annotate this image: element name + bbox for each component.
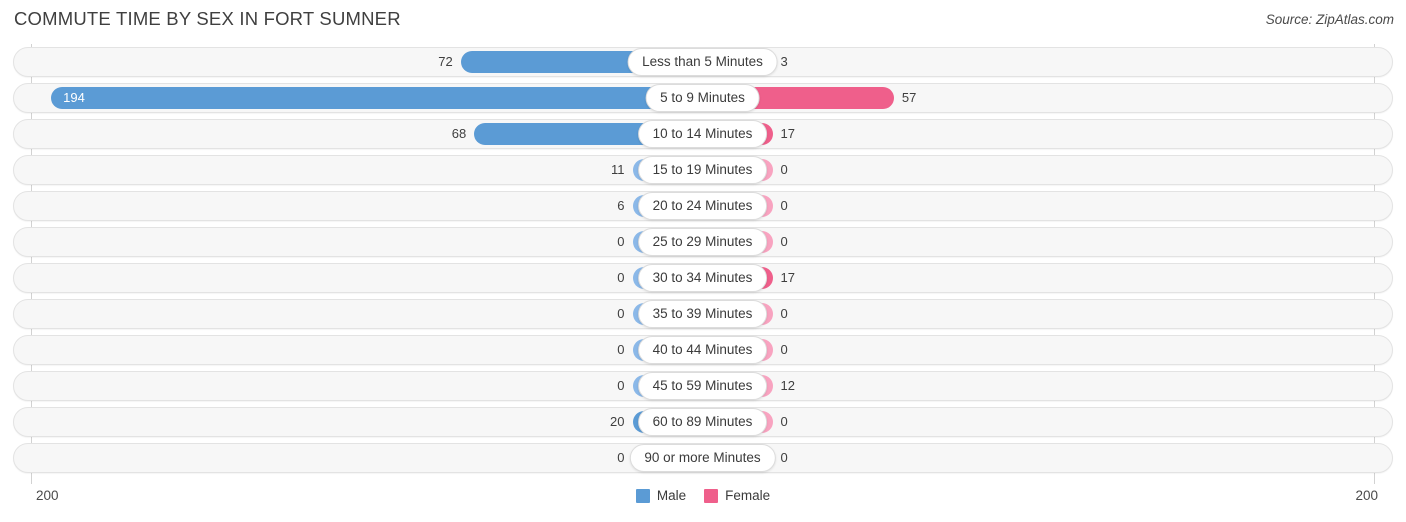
category-label-pill[interactable]: 10 to 14 Minutes [637,120,768,148]
bar-row: 72 3 Less than 5 Minutes [0,47,1406,77]
legend-swatch-male-icon [635,488,650,503]
value-label-female: 3 [780,54,788,69]
value-label-male: 0 [617,450,625,465]
value-label-female: 0 [780,342,788,357]
value-label-male: 194 [63,90,85,105]
value-label-male: 72 [438,54,453,69]
bar-row: 0 0 35 to 39 Minutes [0,299,1406,329]
category-label-pill[interactable]: 40 to 44 Minutes [637,336,768,364]
value-label-male: 6 [617,198,625,213]
value-label-female: 0 [780,234,788,249]
chart-footer: 200 200 Male Female [0,484,1406,522]
bar-row: 0 17 30 to 34 Minutes [0,263,1406,293]
category-label-pill[interactable]: 25 to 29 Minutes [637,228,768,256]
category-label-pill[interactable]: 5 to 9 Minutes [645,84,760,112]
bar-row: 0 12 45 to 59 Minutes [0,371,1406,401]
value-label-male: 20 [610,414,625,429]
value-label-male: 0 [617,270,625,285]
value-label-female: 0 [780,306,788,321]
category-label-pill[interactable]: 45 to 59 Minutes [637,372,768,400]
category-label-pill[interactable]: Less than 5 Minutes [627,48,778,76]
bar-row: 11 0 15 to 19 Minutes [0,155,1406,185]
legend-label-female: Female [725,488,771,503]
value-label-male: 0 [617,234,625,249]
bar-rows: 72 3 Less than 5 Minutes 194 57 5 to 9 Minute… [0,47,1406,479]
value-label-male: 68 [451,126,467,141]
value-label-female: 0 [780,162,788,177]
bar-row: 194 57 5 to 9 Minutes [0,83,1406,113]
value-label-male: 11 [611,162,625,177]
bar-row: 68 17 10 to 14 Minutes [0,119,1406,149]
legend-swatch-female-icon [704,488,719,503]
value-label-male: 0 [617,306,625,321]
legend-label-male: Male [656,488,687,503]
bar-row: 6 0 20 to 24 Minutes [0,191,1406,221]
category-label-pill[interactable]: 30 to 34 Minutes [637,264,768,292]
value-label-male: 0 [617,342,625,357]
category-label-pill[interactable]: 15 to 19 Minutes [637,156,768,184]
bar-male[interactable] [51,87,703,109]
value-label-female: 0 [780,450,788,465]
bar-row: 0 0 25 to 29 Minutes [0,227,1406,257]
category-label-pill[interactable]: 90 or more Minutes [629,444,776,472]
legend-item-female[interactable]: Female [704,488,770,503]
value-label-female: 0 [780,414,788,429]
source-attribution: Source: ZipAtlas.com [1265,12,1394,27]
category-label-pill[interactable]: 20 to 24 Minutes [637,192,768,220]
value-label-female: 17 [780,126,795,141]
chart-header: COMMUTE TIME BY SEX IN FORT SUMNER Sourc… [0,0,1406,38]
chart-plot-area: 72 3 Less than 5 Minutes 194 57 5 to 9 Minute… [0,44,1406,484]
category-label-pill[interactable]: 60 to 89 Minutes [637,408,768,436]
value-label-female: 17 [780,270,795,285]
bar-row: 20 0 60 to 89 Minutes [0,407,1406,437]
value-label-female: 12 [780,378,795,393]
page-title: COMMUTE TIME BY SEX IN FORT SUMNER [14,8,401,29]
chart-legend: Male Female [0,488,1406,503]
legend-item-male[interactable]: Male [635,488,687,503]
category-label-pill[interactable]: 35 to 39 Minutes [637,300,768,328]
value-label-female: 57 [901,90,917,105]
bar-row: 0 0 90 or more Minutes [0,443,1406,473]
value-label-female: 0 [780,198,788,213]
bar-row: 0 0 40 to 44 Minutes [0,335,1406,365]
value-label-male: 0 [617,378,625,393]
